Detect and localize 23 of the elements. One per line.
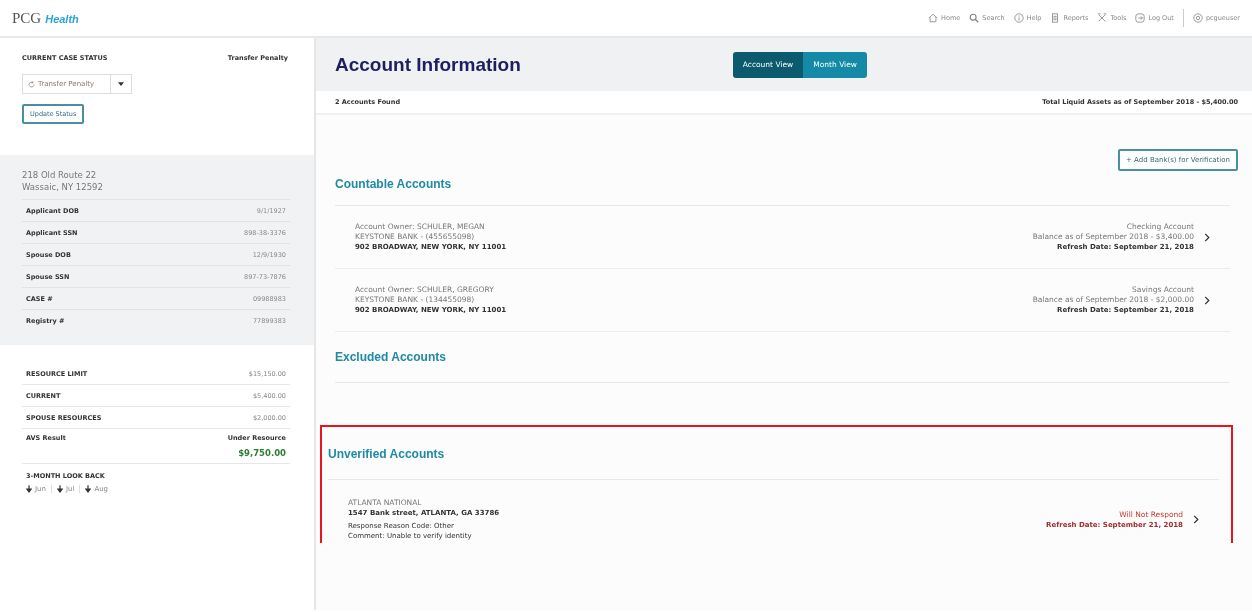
- page-title: Account Information: [335, 53, 521, 76]
- logout-icon: [1135, 13, 1146, 23]
- user-icon: [1192, 13, 1203, 23]
- section-title: Unverified Accounts: [328, 429, 1219, 480]
- down-arrow-icon: [85, 485, 92, 493]
- address-line: Wassaic, NY 12592: [22, 181, 104, 193]
- section-title: Excluded Accounts: [335, 332, 1230, 383]
- info-icon: [1013, 13, 1024, 23]
- down-arrow-icon: [56, 485, 63, 493]
- chevron-right-icon[interactable]: [1204, 295, 1210, 305]
- chevron-right-icon[interactable]: [1193, 515, 1199, 524]
- avs-amount: $9,750.00: [238, 448, 286, 458]
- chevron-right-icon[interactable]: [1204, 232, 1210, 242]
- tools-icon: [1097, 13, 1108, 23]
- address-line: 218 Old Route 22: [22, 169, 98, 181]
- down-arrow-icon: [26, 485, 32, 493]
- caret-icon: [118, 82, 124, 86]
- logo: PCG Health: [12, 9, 79, 27]
- home-icon: [928, 13, 939, 23]
- section-title: Countable Accounts: [335, 163, 1230, 206]
- refresh-icon: [28, 80, 35, 88]
- search-icon: [969, 13, 980, 23]
- document-icon: [1050, 13, 1061, 23]
